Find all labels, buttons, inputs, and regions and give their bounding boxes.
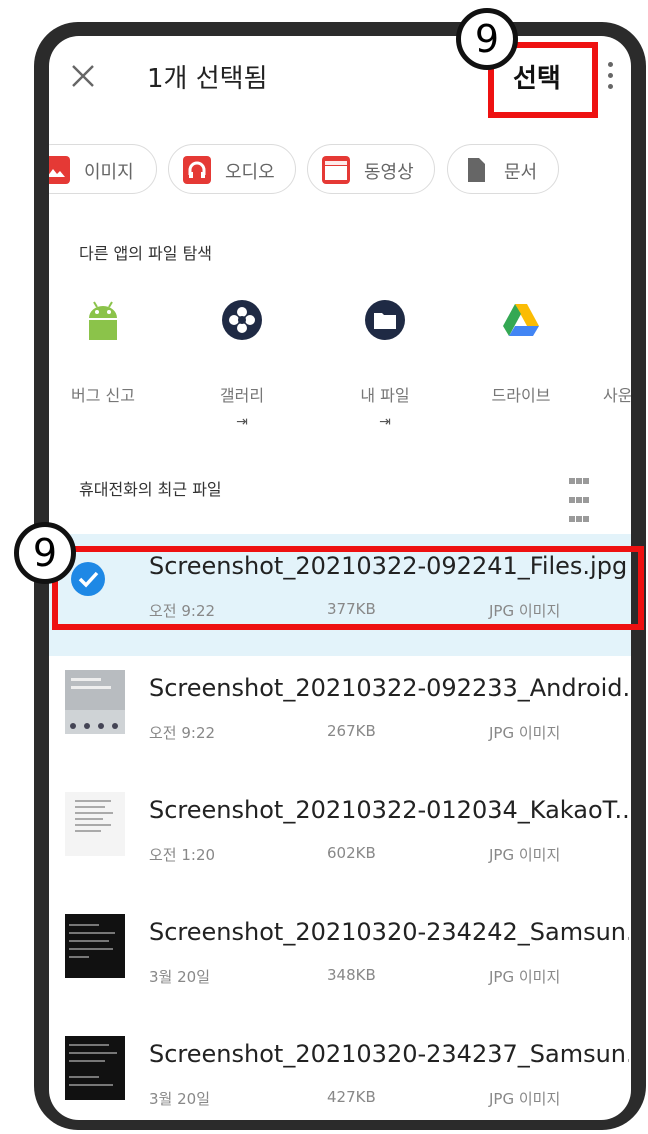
video-icon bbox=[322, 156, 350, 184]
file-thumbnail bbox=[65, 914, 125, 978]
open-external-icon: ⇥ bbox=[236, 414, 248, 430]
app-bug-report[interactable]: 버그 신고 bbox=[49, 298, 163, 406]
app-label: 드라이브 bbox=[491, 386, 551, 405]
chip-label: 오디오 bbox=[225, 162, 275, 183]
other-apps-heading: 다른 앱의 파일 탐색 bbox=[79, 244, 213, 263]
close-icon[interactable] bbox=[69, 62, 97, 90]
chip-audio[interactable]: 오디오 bbox=[168, 144, 296, 194]
file-type: JPG 이미지 bbox=[489, 1090, 561, 1108]
category-chips: 이미지 오디오 동영상 문서 bbox=[49, 144, 631, 200]
file-thumbnail bbox=[65, 792, 125, 856]
app-drive[interactable]: 드라이브 bbox=[461, 298, 581, 406]
headphones-icon bbox=[183, 156, 211, 184]
file-name: Screenshot_20210320-234237_Samsun... bbox=[149, 1040, 629, 1068]
file-row[interactable]: Screenshot_20210320-234237_Samsun... 3월 … bbox=[49, 1022, 631, 1120]
drive-icon bbox=[503, 304, 539, 336]
file-type: JPG 이미지 bbox=[489, 968, 561, 986]
app-label: 내 파일 bbox=[360, 386, 410, 405]
more-options-icon[interactable] bbox=[605, 62, 615, 94]
app-label: 갤러리 bbox=[219, 386, 265, 405]
file-name: Screenshot_20210322-092233_Android... bbox=[149, 674, 629, 702]
android-icon bbox=[89, 301, 117, 340]
file-row[interactable]: Screenshot_20210322-012034_KakaoT... 오전 … bbox=[49, 778, 631, 900]
step-badge-row: 9 bbox=[14, 522, 76, 584]
file-size: 602KB bbox=[327, 844, 376, 862]
file-type: JPG 이미지 bbox=[489, 724, 561, 742]
file-thumbnail bbox=[65, 1036, 125, 1100]
file-row[interactable]: Screenshot_20210320-234242_Samsun... 3월 … bbox=[49, 900, 631, 1022]
file-type: JPG 이미지 bbox=[489, 846, 561, 864]
chip-images[interactable]: 이미지 bbox=[49, 144, 157, 194]
file-time: 3월 20일 bbox=[149, 968, 210, 986]
step-badge-top: 9 bbox=[456, 8, 518, 70]
file-size: 348KB bbox=[327, 966, 376, 984]
file-time: 오전 9:22 bbox=[149, 724, 216, 742]
grid-view-icon[interactable] bbox=[569, 470, 595, 522]
app-my-files[interactable]: 내 파일 ⇥ bbox=[325, 298, 445, 430]
file-time: 3월 20일 bbox=[149, 1090, 210, 1108]
file-name: Screenshot_20210322-012034_KakaoT... bbox=[149, 796, 629, 824]
gallery-icon bbox=[222, 300, 262, 340]
file-size: 427KB bbox=[327, 1088, 376, 1106]
file-size: 267KB bbox=[327, 722, 376, 740]
app-partial[interactable]: 사운 bbox=[577, 298, 631, 406]
file-row[interactable]: Screenshot_20210322-092233_Android... 오전… bbox=[49, 656, 631, 778]
my-files-icon bbox=[365, 300, 405, 340]
highlight-selected-file bbox=[52, 546, 644, 630]
app-gallery[interactable]: 갤러리 ⇥ bbox=[182, 298, 302, 430]
chip-video[interactable]: 동영상 bbox=[307, 144, 435, 194]
file-time: 오전 1:20 bbox=[149, 846, 216, 864]
file-name: Screenshot_20210320-234242_Samsun... bbox=[149, 918, 629, 946]
chip-documents[interactable]: 문서 bbox=[447, 144, 559, 194]
image-icon bbox=[49, 156, 70, 184]
chip-label: 문서 bbox=[504, 162, 538, 183]
open-external-icon: ⇥ bbox=[379, 414, 391, 430]
chip-label: 이미지 bbox=[84, 162, 134, 183]
recent-files-heading: 휴대전화의 최근 파일 bbox=[79, 480, 222, 499]
app-shortcuts: 버그 신고 갤러리 ⇥ 내 파일 ⇥ 드라이브 사운 bbox=[49, 298, 631, 438]
app-label: 사운 bbox=[603, 386, 631, 405]
file-thumbnail bbox=[65, 670, 125, 734]
app-label: 버그 신고 bbox=[71, 386, 135, 405]
chip-label: 동영상 bbox=[364, 162, 414, 183]
selection-count-title: 1개 선택됨 bbox=[147, 64, 268, 94]
document-icon bbox=[462, 156, 490, 184]
